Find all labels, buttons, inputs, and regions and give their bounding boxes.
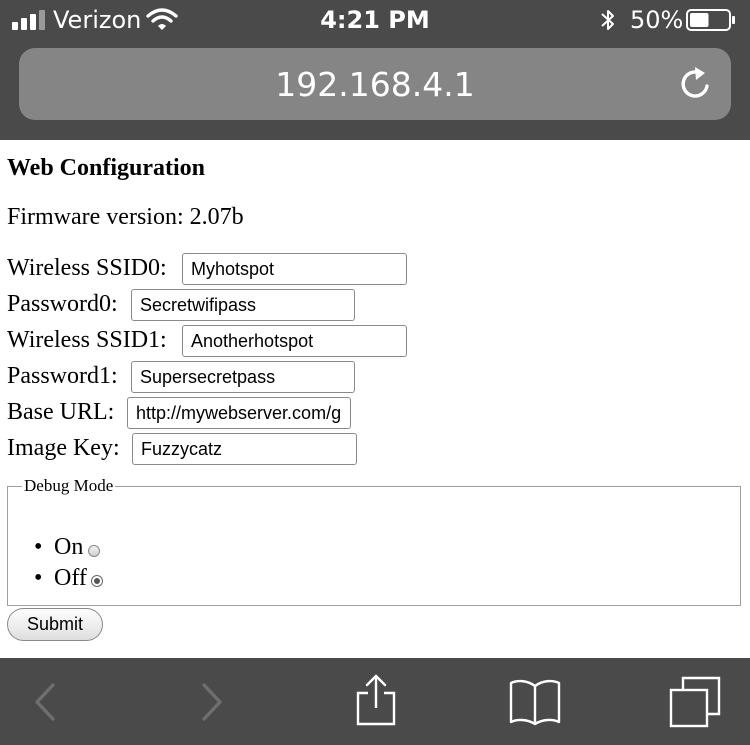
forward-icon[interactable] xyxy=(182,672,242,732)
submit-button[interactable]: Submit xyxy=(7,608,103,641)
base-url-label: Base URL: xyxy=(7,399,115,425)
battery-icon xyxy=(686,9,735,31)
ssid0-label: Wireless SSID0: xyxy=(7,255,167,281)
debug-off-radio[interactable] xyxy=(91,575,103,587)
tabs-icon[interactable] xyxy=(665,672,725,732)
reload-icon[interactable] xyxy=(676,64,716,104)
image-key-input[interactable] xyxy=(132,433,357,465)
page-title: Web Configuration xyxy=(7,155,206,181)
debug-off-label: Off xyxy=(54,565,87,591)
share-icon[interactable] xyxy=(346,672,406,732)
bookmarks-icon[interactable] xyxy=(505,672,565,732)
password1-input[interactable] xyxy=(131,361,355,393)
ssid0-input[interactable] xyxy=(182,253,407,285)
debug-on-radio[interactable] xyxy=(88,545,100,557)
address-bar-area: 192.168.4.1 xyxy=(0,40,750,140)
battery-percent: 50% xyxy=(630,6,684,34)
back-icon[interactable] xyxy=(15,672,75,732)
status-bar: Verizon 4:21 PM 50% xyxy=(0,0,750,40)
debug-mode-fieldset: Debug Mode • On • Off xyxy=(7,476,741,606)
base-url-input[interactable] xyxy=(127,397,351,429)
ssid1-label: Wireless SSID1: xyxy=(7,327,167,353)
debug-mode-legend: Debug Mode xyxy=(24,476,114,495)
bullet: • xyxy=(34,534,43,560)
firmware-version: Firmware version: 2.07b xyxy=(7,204,244,230)
ssid1-input[interactable] xyxy=(182,325,407,357)
url-text[interactable]: 192.168.4.1 xyxy=(19,66,731,104)
address-field[interactable]: 192.168.4.1 xyxy=(19,48,731,120)
bullet: • xyxy=(34,565,43,591)
bluetooth-icon xyxy=(601,10,614,30)
password1-label: Password1: xyxy=(7,363,118,389)
browser-toolbar xyxy=(0,658,750,745)
password0-label: Password0: xyxy=(7,291,118,317)
password0-input[interactable] xyxy=(131,289,355,321)
web-page: Web Configuration Firmware version: 2.07… xyxy=(0,140,750,658)
debug-on-label: On xyxy=(54,534,84,560)
image-key-label: Image Key: xyxy=(7,435,120,461)
